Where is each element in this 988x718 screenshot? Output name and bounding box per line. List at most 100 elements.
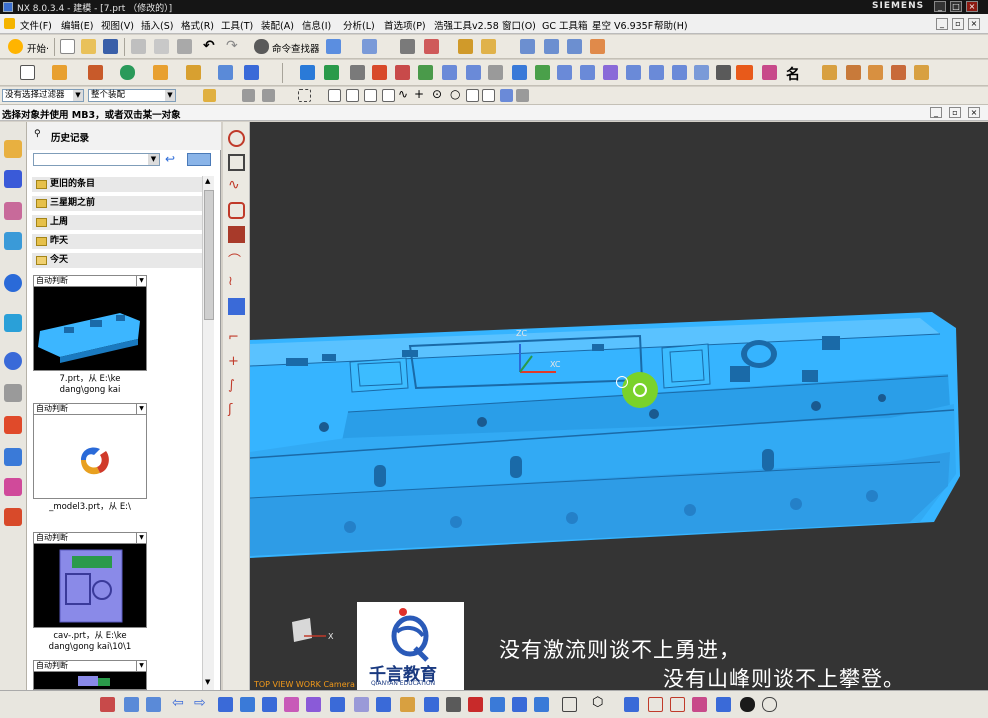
spline-icon[interactable]: ∿ — [228, 178, 245, 195]
menu-assembly[interactable]: 装配(A) — [261, 18, 294, 32]
sphere-icon[interactable] — [740, 697, 755, 712]
scroll-down-icon[interactable]: ▼ — [205, 678, 210, 686]
part-thumbnail[interactable] — [33, 544, 147, 628]
menu-haoqiang-tools[interactable]: 浩强工具v2.58 — [434, 18, 499, 32]
snap-control-icon[interactable] — [382, 89, 395, 102]
surface-icon[interactable] — [544, 39, 559, 54]
body-icon-14[interactable] — [534, 697, 549, 712]
body-icon-6[interactable] — [354, 697, 369, 712]
body-icon-3[interactable] — [284, 697, 299, 712]
circle-icon[interactable] — [762, 697, 777, 712]
menu-tools[interactable]: 工具(T) — [221, 18, 253, 32]
trim-curve-icon[interactable]: ⌐ — [228, 330, 245, 347]
line-icon[interactable] — [624, 697, 639, 712]
section-icon[interactable] — [100, 697, 115, 712]
menu-view[interactable]: 视图(V) — [101, 18, 134, 32]
viewport-minimize-button[interactable]: _ — [930, 107, 942, 118]
scrollbar-thumb[interactable] — [204, 190, 214, 320]
solid-icon-2[interactable] — [846, 65, 861, 80]
split-icon[interactable] — [350, 65, 365, 80]
datum-plane-icon[interactable] — [88, 65, 103, 80]
extract-curve-icon[interactable] — [228, 298, 245, 315]
menu-preferences[interactable]: 首选项(P) — [384, 18, 426, 32]
measure-icon[interactable] — [481, 39, 496, 54]
arrow-left-icon[interactable]: ⇦ — [172, 695, 184, 711]
minimize-button[interactable]: _ — [934, 1, 946, 12]
redo-icon[interactable]: ↷ — [226, 38, 238, 54]
web-browser-tab-icon[interactable] — [4, 314, 22, 332]
square-select-icon[interactable] — [670, 697, 685, 712]
rectangle-select-icon[interactable] — [562, 697, 577, 712]
face-icon-1[interactable] — [442, 65, 457, 80]
snap-settings-icon[interactable] — [516, 89, 529, 102]
solid-icon-5[interactable] — [914, 65, 929, 80]
pattern-icon[interactable] — [395, 65, 410, 80]
view-filter-2-icon[interactable] — [262, 89, 275, 102]
view-icon[interactable] — [716, 65, 731, 80]
assembly-navigator-tab-icon[interactable] — [4, 140, 22, 158]
menu-edit[interactable]: 编辑(E) — [61, 18, 93, 32]
command-finder-label[interactable]: 命令查找器 — [272, 41, 320, 55]
extrude-icon[interactable] — [52, 65, 67, 80]
history-search-combo[interactable]: ▼ — [33, 153, 160, 166]
history-tab-icon[interactable] — [4, 352, 22, 370]
snap-center-icon[interactable]: ⊙ — [432, 87, 442, 101]
folder-today[interactable]: 今天 — [32, 253, 202, 268]
history-scrollbar[interactable]: ▲ ▼ — [202, 176, 214, 690]
filter-icon[interactable] — [203, 89, 216, 102]
folder-older[interactable]: 更旧的条目 — [32, 177, 202, 192]
selection-scope-select[interactable]: 整个装配 ▼ — [88, 89, 176, 102]
face-icon-8[interactable] — [694, 65, 709, 80]
cut-icon[interactable] — [131, 39, 146, 54]
face-icon-7[interactable] — [672, 65, 687, 80]
surface-2-icon[interactable] — [567, 39, 582, 54]
face-icon-3[interactable] — [557, 65, 572, 80]
viewport-restore-button[interactable]: ▫ — [949, 107, 961, 118]
body-icon-2[interactable] — [262, 697, 277, 712]
offset-face-icon[interactable] — [324, 65, 339, 80]
maximize-button[interactable]: □ — [950, 1, 962, 12]
arrow-right-icon[interactable]: ⇨ — [194, 695, 206, 711]
menu-format[interactable]: 格式(R) — [181, 18, 214, 32]
point-icon[interactable] — [120, 65, 135, 80]
hole-icon[interactable] — [186, 65, 201, 80]
sketch-surface-icon[interactable] — [520, 39, 535, 54]
body-icon-12[interactable] — [490, 697, 505, 712]
analysis-icon[interactable] — [590, 39, 605, 54]
process-studio-tab-icon[interactable] — [4, 416, 22, 434]
pin-icon[interactable]: ⚲ — [34, 129, 41, 139]
viewport-close-button[interactable]: × — [968, 107, 980, 118]
snap-on-curve-icon[interactable] — [482, 89, 495, 102]
doc-close-button[interactable]: × — [968, 18, 980, 30]
menu-file[interactable]: 文件(F) — [20, 18, 52, 32]
close-button[interactable]: × — [966, 1, 978, 12]
body-icon-7[interactable] — [376, 697, 391, 712]
edge-icon[interactable] — [218, 697, 233, 712]
part-thumbnail[interactable] — [33, 287, 147, 371]
body-icon-1[interactable] — [240, 697, 255, 712]
save-icon[interactable] — [103, 39, 118, 54]
new-file-icon[interactable] — [60, 39, 75, 54]
view-icon-2[interactable] — [146, 697, 161, 712]
body-icon-5[interactable] — [330, 697, 345, 712]
face-icon-4[interactable] — [580, 65, 595, 80]
grid-icon[interactable] — [488, 65, 503, 80]
doc-restore-button[interactable]: ▫ — [952, 18, 964, 30]
card-mode-select[interactable]: 自动判断 ▼ — [33, 275, 147, 287]
open-folder-icon[interactable] — [81, 39, 96, 54]
block-icon[interactable] — [153, 65, 168, 80]
paste-icon[interactable] — [177, 39, 192, 54]
body-icon-9[interactable] — [424, 697, 439, 712]
solid-icon-1[interactable] — [822, 65, 837, 80]
roles-tab-icon[interactable] — [4, 478, 22, 496]
select-box-icon[interactable] — [298, 89, 311, 102]
divide-curve-icon[interactable]: ∫ — [228, 378, 245, 395]
menu-xingkong[interactable]: 星空 V6.935F — [592, 18, 653, 32]
rectangle-icon[interactable] — [228, 154, 245, 171]
snap-point-icon[interactable] — [466, 89, 479, 102]
manufacturing-wizard-tab-icon[interactable] — [4, 448, 22, 466]
plugin-icon[interactable] — [736, 65, 753, 80]
card-mode-select[interactable]: 自动判断 ▼ — [33, 660, 147, 672]
snap-intersection-icon[interactable]: + — [414, 87, 424, 101]
view-mode-icon[interactable] — [187, 153, 211, 166]
